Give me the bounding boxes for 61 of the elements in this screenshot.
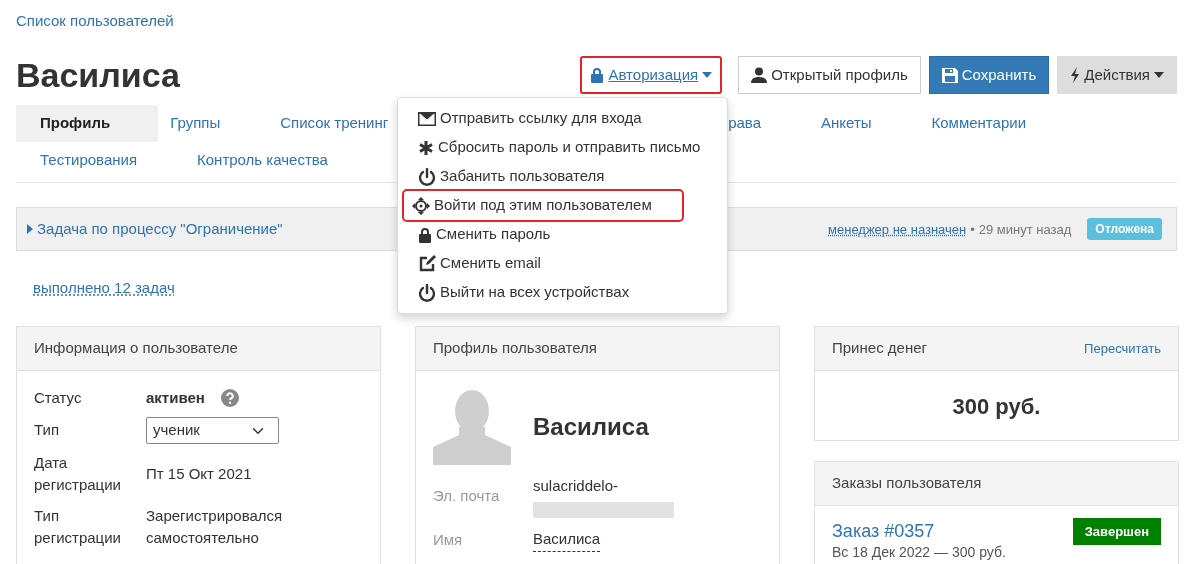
task-time: 29 минут назад [978,220,1072,239]
menu-item[interactable]: Отправить ссылку для входа [410,104,715,133]
crosshair-icon [412,196,430,215]
expand-triangle-icon [27,224,33,235]
panel-title: Профиль пользователя [416,326,779,371]
tab[interactable]: Профиль [16,105,159,142]
tasks-done-link[interactable]: выполнено 12 задач [33,277,175,300]
field-value: Пт 15 Окт 2021 [146,464,252,485]
profile-name: Василиса [533,411,649,442]
status-badge: Отложена [1087,218,1162,241]
status-value: активен [146,387,205,408]
tab[interactable]: Анкеты [809,105,884,142]
lightning-icon [1070,66,1081,83]
tab[interactable]: Контроль качества [185,141,340,179]
field-label: Тип регистрации [34,505,122,549]
power-icon [418,283,436,302]
menu-item[interactable]: Выйти на всех устройствах [410,278,715,307]
field-value: Зарегистрировался самостоятельно [146,505,284,549]
menu-item[interactable]: Войти под этим пользователем [404,191,682,220]
toolbar-button[interactable]: Открытый профиль [738,55,921,94]
panel-title: Информация о пользователе [17,326,380,371]
tab[interactable]: Тестирования [16,141,150,179]
menu-item[interactable]: Сменить пароль [410,220,715,249]
lock-icon [418,226,432,243]
avatar-silhouette-icon [433,388,511,465]
order-link[interactable]: Заказ #0357 [832,518,935,546]
panel-title: Принес денег [832,338,927,359]
tab[interactable]: Группы [158,105,233,142]
envelope-icon [418,111,436,126]
edit-icon [418,254,436,273]
order-details: Вс 18 Дек 2022 — 300 руб. [832,545,1007,561]
amount-value: 300 руб. [951,392,1042,421]
toolbar-button[interactable]: Сохранить [928,55,1050,94]
lock-icon [590,66,605,83]
menu-item[interactable]: Сменить email [410,249,715,278]
manager-link[interactable]: менеджер не назначен [828,219,967,240]
menu-item[interactable]: Забанить пользователя [410,162,715,191]
breadcrumb-link[interactable]: Список пользователей [16,10,174,33]
email-value: sulacriddelo- [533,475,620,496]
tab[interactable]: Комментарии [919,105,1038,142]
type-select[interactable]: ученик [146,417,279,444]
asterisk-icon [418,139,434,156]
panel-title: Заказы пользователя [815,461,1178,506]
page-title: Василиса [16,54,180,96]
field-label: Имя [433,529,464,550]
order-status-badge: Завершен [1072,517,1161,546]
menu-item[interactable]: Сбросить пароль и отправить письмо [410,133,715,162]
task-link[interactable]: Задача по процессу "Ограничение" [37,218,283,241]
editable-value[interactable]: Василиса [533,528,601,552]
field-label: Статус [34,387,83,408]
recalculate-link[interactable]: Пересчитать [1084,338,1161,359]
help-icon [220,389,239,408]
field-label: Дата регистрации [34,452,122,496]
field-label: Эл. почта [433,486,501,507]
tab[interactable]: рава [728,105,773,142]
user-icon [751,66,768,83]
separator-dot: • [970,220,975,239]
actions-dropdown[interactable]: Действия [1057,55,1177,94]
authorization-dropdown[interactable]: Авторизация [580,55,723,94]
field-label: Тип [34,420,60,441]
power-icon [418,167,436,186]
